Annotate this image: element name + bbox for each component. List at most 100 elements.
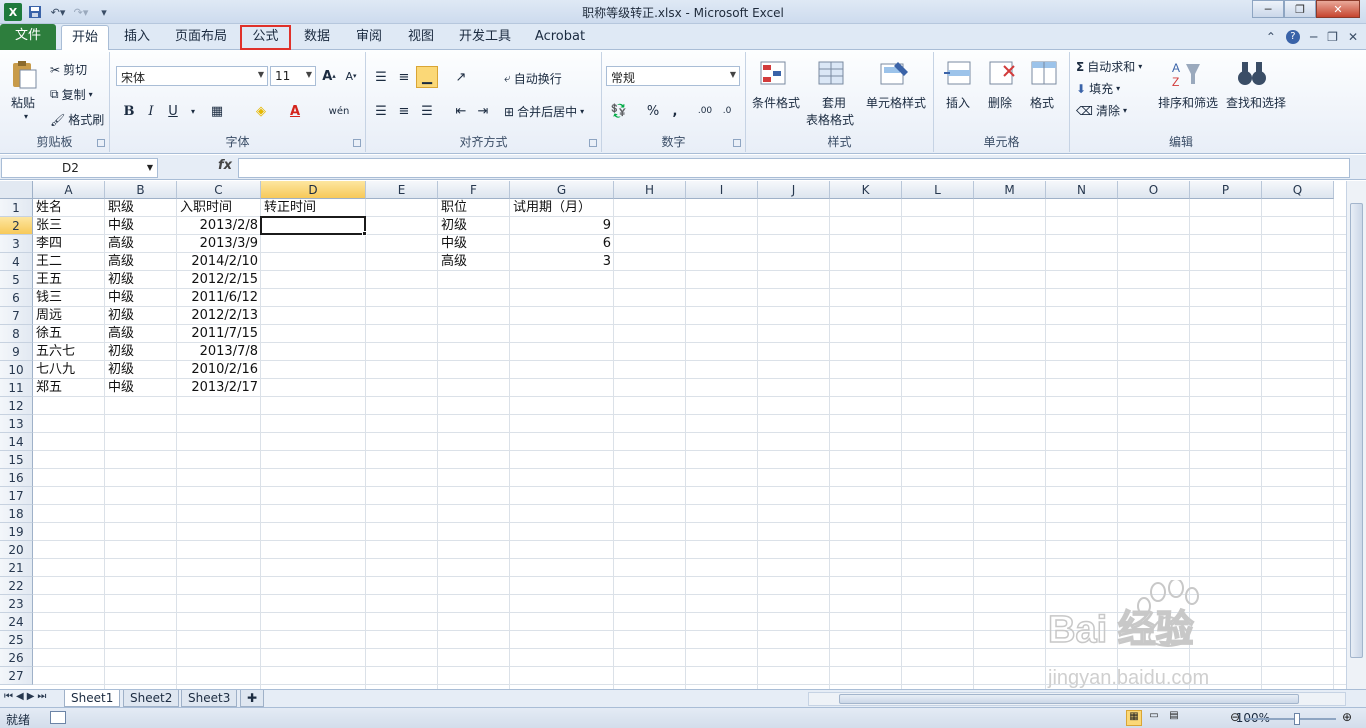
find-select-button[interactable]: 查找和选择 — [1226, 94, 1286, 111]
column-header-g[interactable]: G — [510, 181, 614, 199]
lookup-level-cell[interactable]: 中级 — [438, 235, 510, 253]
horizontal-scrollbar[interactable] — [808, 692, 1346, 706]
row-header-11[interactable]: 11 — [0, 379, 33, 397]
insert-button[interactable]: 插入 — [946, 94, 970, 111]
column-header-e[interactable]: E — [366, 181, 438, 199]
normal-view-icon[interactable]: ▦ — [1126, 710, 1142, 726]
tab-formulas[interactable]: 公式 — [240, 25, 291, 50]
column-header-b[interactable]: B — [105, 181, 177, 199]
insert-function-icon[interactable]: fx — [218, 158, 232, 173]
column-header-d[interactable]: D — [261, 181, 366, 199]
name-box[interactable]: D2 ▼ — [1, 158, 158, 178]
row-header-13[interactable]: 13 — [0, 415, 33, 433]
format-as-table-line1[interactable]: 套用 — [822, 94, 846, 111]
font-size-select[interactable]: 11 ▼ — [270, 66, 316, 86]
decrease-decimal-icon[interactable]: .0 — [716, 100, 738, 122]
orientation-icon[interactable]: ↗ — [450, 66, 472, 88]
align-right-icon[interactable]: ☰ — [416, 100, 438, 122]
format-painter-button[interactable]: 🖌 格式刷 — [50, 111, 104, 128]
name-cell[interactable]: 钱三 — [33, 289, 105, 307]
fill-button[interactable]: ⬇ 填充 ▾ — [1076, 80, 1120, 97]
sheet-tab-1[interactable]: Sheet1 — [64, 690, 121, 707]
cell-styles-icon[interactable] — [878, 58, 910, 90]
fill-handle[interactable] — [362, 231, 367, 236]
level-cell[interactable]: 初级 — [105, 271, 177, 289]
hire-date-cell[interactable]: 2012/2/15 — [177, 271, 261, 289]
tab-home[interactable]: 开始 — [61, 25, 109, 51]
row-header-10[interactable]: 10 — [0, 361, 33, 379]
zoom-slider[interactable] — [1246, 718, 1336, 720]
paste-dropdown-icon[interactable]: ▾ — [24, 112, 28, 121]
align-center-icon[interactable]: ≡ — [393, 100, 415, 122]
tab-data[interactable]: 数据 — [296, 25, 338, 50]
tab-page-layout[interactable]: 页面布局 — [166, 25, 236, 50]
page-break-view-icon[interactable]: ▤ — [1166, 710, 1182, 726]
font-launcher-icon[interactable] — [353, 139, 361, 147]
delete-cells-icon[interactable] — [986, 58, 1018, 90]
row-header-15[interactable]: 15 — [0, 451, 33, 469]
column-header-h[interactable]: H — [614, 181, 686, 199]
hire-date-cell[interactable]: 2013/3/9 — [177, 235, 261, 253]
comma-icon[interactable]: , — [664, 100, 686, 122]
row-header-12[interactable]: 12 — [0, 397, 33, 415]
first-sheet-icon[interactable]: ⏮ — [4, 691, 13, 702]
font-name-select[interactable]: 宋体 ▼ — [116, 66, 268, 86]
hire-date-cell[interactable]: 2013/2/17 — [177, 379, 261, 397]
delete-button[interactable]: 删除 — [988, 94, 1012, 111]
paste-button[interactable]: 粘贴 — [11, 94, 35, 111]
zoom-out-icon[interactable]: ⊖ — [1230, 710, 1240, 724]
name-cell[interactable]: 徐五 — [33, 325, 105, 343]
zoom-slider-knob[interactable] — [1294, 713, 1300, 725]
level-cell[interactable]: 中级 — [105, 379, 177, 397]
row-header-20[interactable]: 20 — [0, 541, 33, 559]
name-cell[interactable]: 王五 — [33, 271, 105, 289]
level-cell[interactable]: 中级 — [105, 289, 177, 307]
page-layout-view-icon[interactable]: ▭ — [1146, 710, 1162, 726]
horizontal-scroll-thumb[interactable] — [839, 694, 1299, 704]
row-header-16[interactable]: 16 — [0, 469, 33, 487]
row-header-7[interactable]: 7 — [0, 307, 33, 325]
sheet-tab-2[interactable]: Sheet2 — [123, 690, 180, 707]
border-icon[interactable]: ▦ — [206, 100, 228, 122]
table-header-cell[interactable]: 转正时间 — [261, 199, 366, 217]
name-cell[interactable]: 五六七 — [33, 343, 105, 361]
align-left-icon[interactable]: ☰ — [370, 100, 392, 122]
lookup-level-cell[interactable]: 高级 — [438, 253, 510, 271]
row-header-27[interactable]: 27 — [0, 667, 33, 685]
row-header-3[interactable]: 3 — [0, 235, 33, 253]
level-cell[interactable]: 高级 — [105, 235, 177, 253]
level-cell[interactable]: 中级 — [105, 217, 177, 235]
accounting-format-icon[interactable]: 💱 — [608, 100, 630, 122]
lookup-months-cell[interactable]: 3 — [510, 253, 614, 271]
merge-center-button[interactable]: ⊞ 合并后居中 ▾ — [504, 103, 584, 120]
align-bottom-icon[interactable]: ▁ — [416, 66, 438, 88]
column-header-l[interactable]: L — [902, 181, 974, 199]
hire-date-cell[interactable]: 2011/7/15 — [177, 325, 261, 343]
tab-insert[interactable]: 插入 — [114, 25, 160, 50]
restore-button[interactable]: ❐ — [1284, 0, 1316, 18]
last-sheet-icon[interactable]: ⏭ — [37, 691, 46, 702]
column-header-o[interactable]: O — [1118, 181, 1190, 199]
tab-file[interactable]: 文件 — [0, 24, 56, 50]
sort-filter-icon[interactable]: AZ — [1170, 58, 1202, 90]
percent-icon[interactable]: % — [642, 100, 664, 122]
vertical-scroll-thumb[interactable] — [1350, 203, 1363, 658]
select-all-corner[interactable] — [0, 181, 33, 199]
increase-decimal-icon[interactable]: .00 — [694, 100, 716, 122]
column-header-m[interactable]: M — [974, 181, 1046, 199]
copy-button[interactable]: ⧉ 复制 ▾ — [50, 86, 93, 103]
underline-dropdown-icon[interactable]: ▾ — [182, 100, 204, 122]
sort-filter-button[interactable]: 排序和筛选 — [1158, 94, 1218, 111]
next-sheet-icon[interactable]: ▶ — [27, 691, 35, 702]
vertical-scrollbar[interactable] — [1346, 181, 1366, 689]
row-header-8[interactable]: 8 — [0, 325, 33, 343]
paste-icon[interactable] — [8, 58, 40, 90]
doc-close-icon[interactable]: ✕ — [1348, 30, 1358, 44]
format-button[interactable]: 格式 — [1030, 94, 1054, 111]
name-cell[interactable]: 郑五 — [33, 379, 105, 397]
tab-view[interactable]: 视图 — [400, 25, 442, 50]
cut-button[interactable]: ✂ 剪切 — [50, 61, 87, 78]
name-cell[interactable]: 张三 — [33, 217, 105, 235]
help-icon[interactable]: ? — [1285, 30, 1300, 44]
hire-date-cell[interactable]: 2011/6/12 — [177, 289, 261, 307]
